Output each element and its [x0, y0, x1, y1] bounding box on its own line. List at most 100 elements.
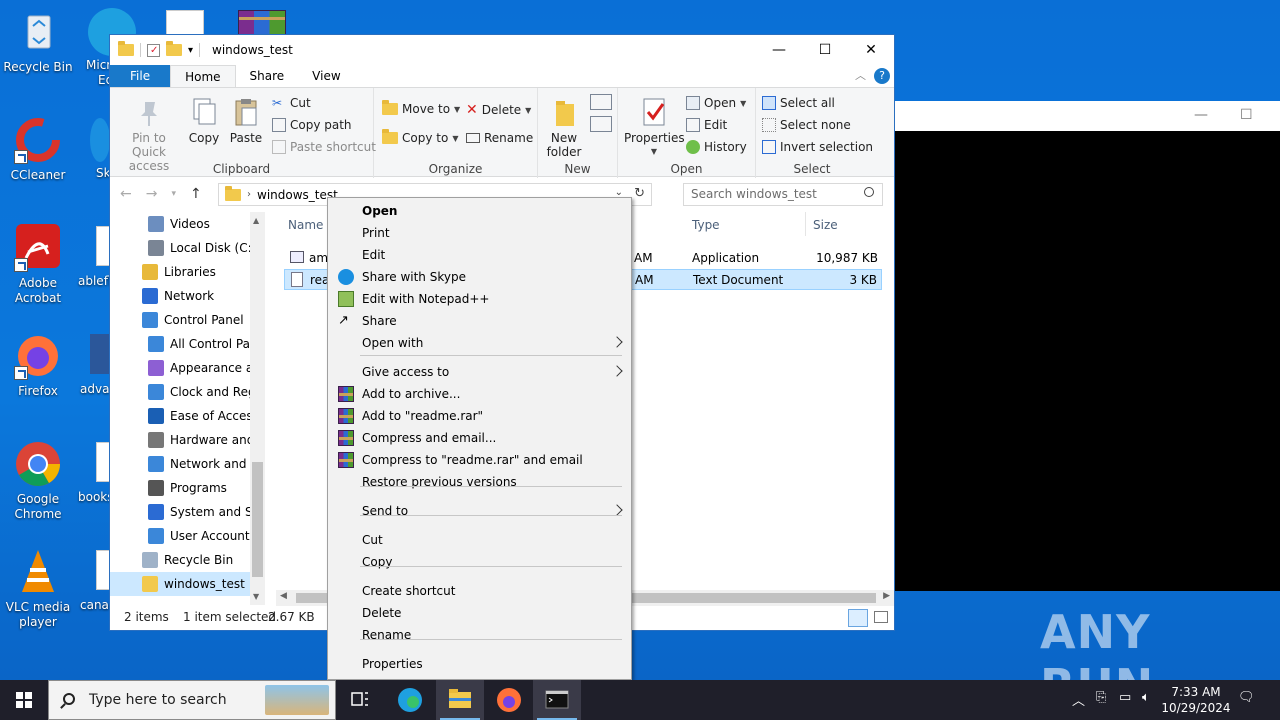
- help-icon[interactable]: ?: [874, 68, 890, 84]
- desktop-icon-vlc[interactable]: VLC media player: [0, 548, 76, 630]
- recent-chevron-icon[interactable]: ▾: [171, 189, 176, 202]
- taskbar-edge[interactable]: [386, 680, 434, 720]
- desktop-icon-recycle-bin[interactable]: Recycle Bin: [0, 8, 76, 75]
- context-menu-item[interactable]: Create shortcut: [328, 580, 631, 602]
- tab-share[interactable]: Share: [236, 65, 299, 87]
- nav-item[interactable]: Programs: [110, 476, 265, 500]
- back-arrow-icon[interactable]: ←: [120, 186, 132, 202]
- scroll-down-icon[interactable]: ▼: [253, 592, 259, 601]
- document-icon[interactable]: [96, 226, 110, 266]
- scroll-left-icon[interactable]: ◀: [280, 591, 287, 601]
- copy-to-button[interactable]: Copy to ▼: [382, 129, 458, 145]
- new-folder-button[interactable]: New folder: [544, 96, 584, 159]
- up-arrow-icon[interactable]: ↑: [190, 186, 202, 202]
- open-button[interactable]: Open ▼: [686, 96, 746, 110]
- refresh-icon[interactable]: ↻: [634, 186, 645, 201]
- console-window[interactable]: — ☐: [894, 101, 1280, 591]
- word-doc-icon[interactable]: [166, 10, 204, 36]
- context-menu-item[interactable]: Copy: [328, 551, 631, 573]
- context-menu-item[interactable]: Print: [328, 222, 631, 244]
- nav-item[interactable]: All Control Par: [110, 332, 265, 356]
- context-menu-item[interactable]: Share with Skype: [328, 266, 631, 288]
- nav-item[interactable]: windows_test: [110, 572, 265, 596]
- maximize-button[interactable]: ☐: [802, 35, 848, 65]
- large-icons-view-icon[interactable]: [874, 611, 888, 623]
- task-view-button[interactable]: [336, 680, 384, 720]
- nav-item[interactable]: Libraries: [110, 260, 265, 284]
- column-header-size[interactable]: Size: [813, 218, 838, 232]
- nav-item[interactable]: Clock and Regi: [110, 380, 265, 404]
- column-header-name[interactable]: Name: [288, 218, 323, 232]
- nav-item[interactable]: Appearance an: [110, 356, 265, 380]
- console-titlebar[interactable]: — ☐: [894, 101, 1280, 131]
- system-clock[interactable]: 7:33 AM 10/29/2024: [1160, 684, 1232, 716]
- scroll-right-icon[interactable]: ▶: [883, 591, 890, 601]
- taskbar-firefox[interactable]: [485, 680, 533, 720]
- close-button[interactable]: ✕: [848, 35, 894, 65]
- taskbar-search-box[interactable]: Type here to search: [48, 680, 336, 720]
- cut-button[interactable]: ✂ Cut: [272, 96, 311, 110]
- context-menu-item[interactable]: Rename: [328, 624, 631, 646]
- nav-item[interactable]: System and Se: [110, 500, 265, 524]
- document-icon[interactable]: [96, 550, 110, 590]
- volume-icon[interactable]: 🔈︎: [1142, 690, 1150, 705]
- minimize-button[interactable]: —: [756, 35, 802, 65]
- move-to-button[interactable]: Move to ▼: [382, 100, 460, 116]
- context-menu-item[interactable]: ↗ Share: [328, 310, 631, 332]
- invert-selection-button[interactable]: Invert selection: [762, 140, 873, 154]
- context-menu-item[interactable]: Add to "readme.rar": [328, 405, 631, 427]
- context-menu-item[interactable]: Add to archive...: [328, 383, 631, 405]
- nav-item[interactable]: Local Disk (C:): [110, 236, 265, 260]
- context-menu-item[interactable]: Edit with Notepad++: [328, 288, 631, 310]
- network-icon[interactable]: ▭: [1119, 690, 1131, 705]
- desktop-icon-firefox[interactable]: Firefox: [0, 332, 76, 399]
- document-icon[interactable]: [96, 442, 110, 482]
- nav-item[interactable]: Network and Ir: [110, 452, 265, 476]
- paste-button[interactable]: Paste: [228, 96, 264, 145]
- context-menu-item[interactable]: Open: [328, 200, 631, 222]
- paste-shortcut-button[interactable]: Paste shortcut: [272, 140, 376, 154]
- word-doc-icon[interactable]: [90, 334, 110, 374]
- collapse-ribbon-icon[interactable]: ︿: [855, 67, 866, 83]
- context-menu-item[interactable]: Give access to: [328, 361, 631, 383]
- properties-check-icon[interactable]: ✓: [147, 43, 160, 57]
- context-menu-item[interactable]: Compress and email...: [328, 427, 631, 449]
- easy-access-icon[interactable]: [590, 116, 612, 132]
- context-menu-item[interactable]: Send to: [328, 500, 631, 522]
- maximize-icon[interactable]: ☐: [1240, 107, 1253, 123]
- context-menu-item[interactable]: Edit: [328, 244, 631, 266]
- nav-item[interactable]: Hardware and: [110, 428, 265, 452]
- column-header-type[interactable]: Type: [692, 218, 720, 232]
- context-menu-item[interactable]: Properties: [328, 653, 631, 675]
- nav-scrollbar[interactable]: ▲ ▼: [250, 212, 265, 605]
- select-all-button[interactable]: Select all: [762, 96, 835, 110]
- select-none-button[interactable]: Select none: [762, 118, 851, 132]
- context-menu-item[interactable]: Restore previous versions: [328, 471, 631, 493]
- new-item-icon[interactable]: [590, 94, 612, 110]
- forward-arrow-icon[interactable]: →: [146, 186, 158, 202]
- titlebar[interactable]: ✓ ▾ windows_test — ☐ ✕: [110, 35, 894, 65]
- delete-button[interactable]: ✕ Delete ▼: [466, 102, 531, 118]
- chevron-down-icon[interactable]: ▾: [188, 45, 193, 56]
- skype-icon[interactable]: [90, 118, 110, 162]
- desktop-icon-ccleaner[interactable]: CCleaner: [0, 116, 76, 183]
- context-menu-item[interactable]: Delete: [328, 602, 631, 624]
- nav-item[interactable]: Recycle Bin: [110, 548, 265, 572]
- scrollbar-thumb[interactable]: [252, 462, 263, 577]
- history-button[interactable]: History: [686, 140, 747, 154]
- minimize-icon[interactable]: —: [1194, 107, 1208, 123]
- nav-item[interactable]: User Accounts: [110, 524, 265, 548]
- tab-view[interactable]: View: [298, 65, 354, 87]
- nav-item[interactable]: Ease of Access: [110, 404, 265, 428]
- tab-home[interactable]: Home: [170, 65, 236, 87]
- search-input[interactable]: Search windows_test: [683, 183, 883, 206]
- copy-button[interactable]: Copy: [186, 96, 222, 145]
- tab-file[interactable]: File: [110, 65, 171, 87]
- nav-item[interactable]: Network: [110, 284, 265, 308]
- taskbar-file-explorer[interactable]: [436, 680, 484, 720]
- properties-button[interactable]: Properties ▼: [624, 96, 685, 159]
- context-menu-item[interactable]: Cut: [328, 529, 631, 551]
- new-folder-icon[interactable]: [166, 41, 182, 56]
- show-hidden-icons-icon[interactable]: ︿: [1072, 690, 1085, 709]
- desktop-icon-google-chrome[interactable]: Google Chrome: [0, 440, 76, 522]
